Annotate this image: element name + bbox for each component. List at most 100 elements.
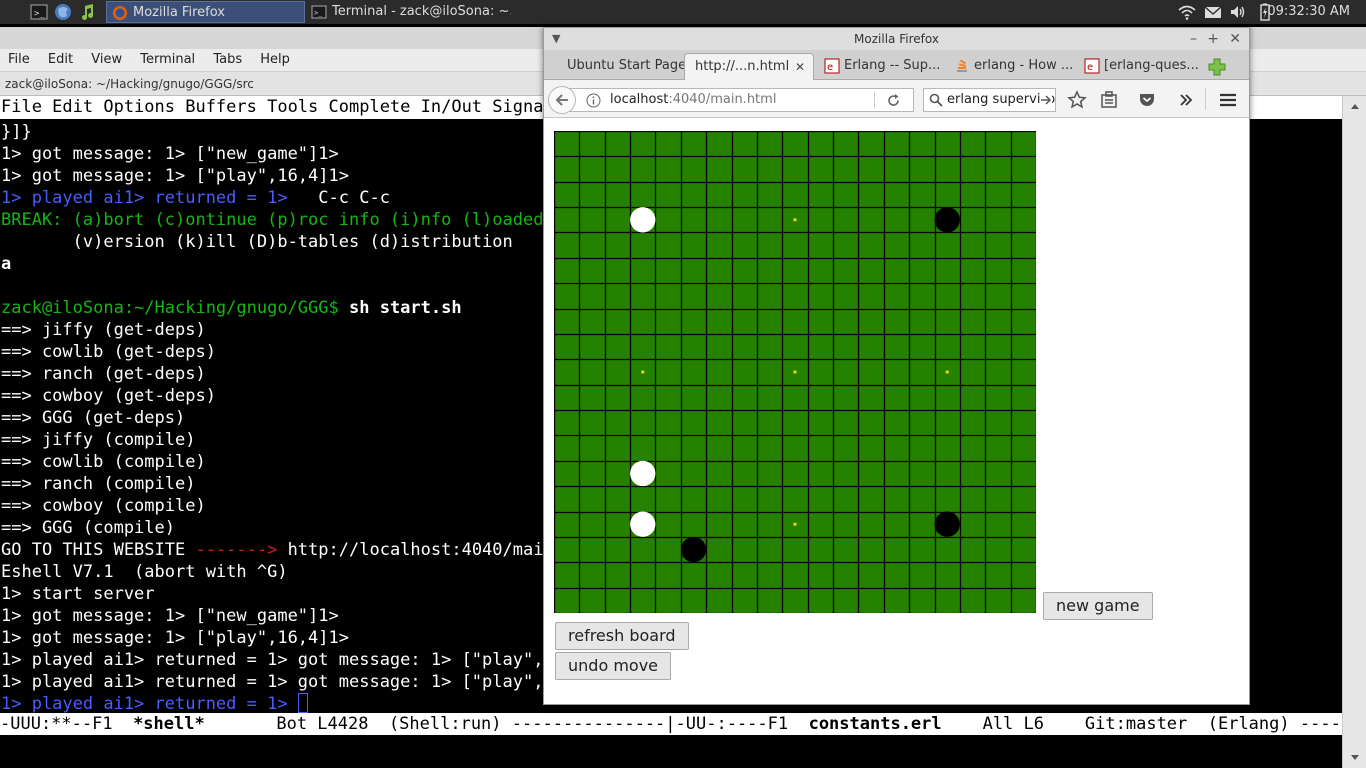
- terminal-line: ==> GGG (get-deps): [1, 407, 185, 429]
- wifi-icon[interactable]: [1178, 3, 1196, 21]
- hamburger-menu-icon[interactable]: [1218, 90, 1238, 110]
- taskbar-firefox[interactable]: Mozilla Firefox: [106, 1, 305, 23]
- modeline-buffer-constants: constants.erl: [808, 714, 942, 734]
- url-text: localhost:4040/main.html: [610, 89, 776, 111]
- go-board[interactable]: [554, 131, 1036, 613]
- scroll-down-arrow-icon[interactable]: [1351, 755, 1359, 760]
- terminal-text: ==> jiffy (get-deps): [1, 320, 206, 340]
- volume-icon[interactable]: [1229, 3, 1247, 21]
- terminal-line: 1> start server: [1, 583, 155, 605]
- navigation-bar: localhost:4040/main.html erlang supervis…: [544, 80, 1249, 118]
- terminal-text: ==> cowlib (get-deps): [1, 342, 216, 362]
- terminal-text: ==> GGG (get-deps): [1, 408, 186, 428]
- bookmark-star-icon[interactable]: [1067, 90, 1087, 110]
- stackoverflow-favicon-icon: [957, 59, 967, 72]
- terminal-text: sh start.sh: [338, 298, 462, 318]
- tab-label: Erlang -- Sup...: [844, 58, 941, 73]
- terminal-line: ==> cowlib (compile): [1, 451, 206, 473]
- terminal-line: 1> played ai1> returned = 1> C-c C-c: [1, 187, 390, 209]
- terminal-icon: >_: [311, 5, 327, 19]
- page-content: new game refresh board undo move: [544, 119, 1249, 704]
- menu-file[interactable]: File: [0, 49, 37, 71]
- terminal-scrollbar[interactable]: [1342, 96, 1366, 768]
- back-button[interactable]: [548, 86, 576, 114]
- terminal-text: 1> got message: 1> ["new_game"]1>: [1, 606, 339, 626]
- new-tab-plus-icon[interactable]: [1207, 57, 1227, 77]
- star-point: [641, 370, 645, 374]
- svg-text:e: e: [827, 62, 833, 73]
- menu-tabs[interactable]: Tabs: [206, 49, 249, 71]
- tab-label: [erlang-ques...: [1104, 58, 1199, 73]
- star-point: [793, 218, 797, 222]
- terminal-line: a: [1, 253, 11, 275]
- terminal-line: ==> GGG (compile): [1, 517, 175, 539]
- menu-terminal[interactable]: Terminal: [133, 49, 202, 71]
- web-browser-launcher-icon[interactable]: [54, 3, 72, 21]
- url-bar[interactable]: localhost:4040/main.html: [564, 88, 914, 112]
- info-icon[interactable]: [586, 93, 601, 108]
- search-bar[interactable]: erlang supervisor: [923, 88, 1056, 112]
- scroll-up-arrow-icon[interactable]: [1351, 104, 1359, 109]
- svg-text:>_: >_: [314, 9, 323, 17]
- terminal-text: ==> ranch (get-deps): [1, 364, 206, 384]
- terminal-line: ==> jiffy (compile): [1, 429, 195, 451]
- text-cursor: [297, 693, 308, 713]
- url-path: :4040/main.html: [668, 92, 777, 107]
- black-stone[interactable]: [680, 536, 707, 563]
- search-icon: [929, 93, 943, 107]
- back-arrow-icon: [555, 94, 568, 106]
- terminal-text: 1> got message: 1> ["new_game"]1>: [1, 144, 339, 164]
- firefox-title: Mozilla Firefox: [854, 32, 939, 46]
- terminal-line: zack@iloSona:~/Hacking/gnugo/GGG$ sh sta…: [1, 297, 462, 319]
- menu-edit[interactable]: Edit: [41, 49, 80, 71]
- terminal-text: zack@iloSona:~/Hacking/gnugo/GGG$: [1, 298, 339, 318]
- black-stone[interactable]: [934, 511, 960, 537]
- undo-move-button[interactable]: undo move: [555, 652, 671, 680]
- clock[interactable]: 09:32:30 AM: [1267, 0, 1350, 24]
- tab-main-html[interactable]: http://...n.html ✕: [684, 53, 814, 80]
- star-point: [945, 370, 949, 374]
- terminal-line: 1> got message: 1> ["play",16,4]1>: [1, 165, 349, 187]
- black-stone[interactable]: [934, 207, 960, 233]
- terminal-text: ==> cowboy (compile): [1, 496, 206, 516]
- terminal-launcher-icon[interactable]: >_: [30, 3, 48, 21]
- terminal-text: 1> played ai1> returned = 1>: [1, 188, 288, 208]
- mail-icon[interactable]: [1204, 3, 1222, 21]
- tab-erlang-supervisor[interactable]: e Erlang -- Sup...: [820, 53, 944, 80]
- tab-erlang-how[interactable]: erlang - How ...: [950, 53, 1076, 80]
- window-menu-chevron-icon[interactable]: ▼: [552, 28, 560, 50]
- url-host: localhost: [610, 92, 669, 107]
- menu-help[interactable]: Help: [253, 49, 297, 71]
- refresh-board-button[interactable]: refresh board: [555, 622, 689, 650]
- terminal-line: GO TO THIS WEBSITE -------> http://local…: [1, 539, 554, 561]
- terminal-line: ==> ranch (get-deps): [1, 363, 206, 385]
- erlang-favicon-icon: e: [824, 58, 840, 74]
- terminal-line: ==> ranch (compile): [1, 473, 195, 495]
- terminal-line: 1> played ai1> returned = 1>: [1, 693, 308, 715]
- menu-view[interactable]: View: [84, 49, 129, 71]
- pocket-icon[interactable]: [1137, 90, 1157, 110]
- search-go-arrow-icon[interactable]: [1040, 94, 1052, 106]
- close-tab-icon[interactable]: ✕: [795, 54, 805, 80]
- white-stone[interactable]: [630, 511, 656, 537]
- white-stone[interactable]: [630, 207, 656, 233]
- reload-icon[interactable]: [886, 93, 901, 108]
- minimize-icon[interactable]: –: [1190, 28, 1197, 50]
- terminal-text: GO TO THIS WEBSITE: [1, 540, 196, 560]
- terminal-line: (v)ersion (k)ill (D)b-tables (d)istribut…: [1, 231, 513, 253]
- overflow-chevron-icon[interactable]: [1176, 90, 1196, 110]
- music-launcher-icon[interactable]: [78, 3, 96, 21]
- tab-erlang-questions[interactable]: e [erlang-ques...: [1080, 53, 1208, 80]
- new-game-button[interactable]: new game: [1043, 592, 1153, 620]
- maximize-icon[interactable]: +: [1207, 28, 1219, 50]
- close-window-icon[interactable]: ✕: [1229, 28, 1241, 50]
- white-stone[interactable]: [630, 460, 656, 487]
- taskbar-terminal[interactable]: >_ Terminal - zack@iloSona: ~...: [306, 1, 511, 23]
- taskbar-label: Terminal - zack@iloSona: ~...: [332, 4, 511, 19]
- reading-list-icon[interactable]: [1099, 90, 1119, 110]
- top-panel: >_ Mozilla Firefox >_ Terminal - zack@il…: [0, 0, 1366, 24]
- firefox-titlebar[interactable]: ▼ Mozilla Firefox – + ✕: [544, 28, 1249, 50]
- svg-text:>_: >_: [34, 9, 45, 19]
- tab-ubuntu-start-page[interactable]: Ubuntu Start Page: [544, 53, 684, 80]
- terminal-line: 1> played ai1> returned = 1> got message…: [1, 671, 554, 693]
